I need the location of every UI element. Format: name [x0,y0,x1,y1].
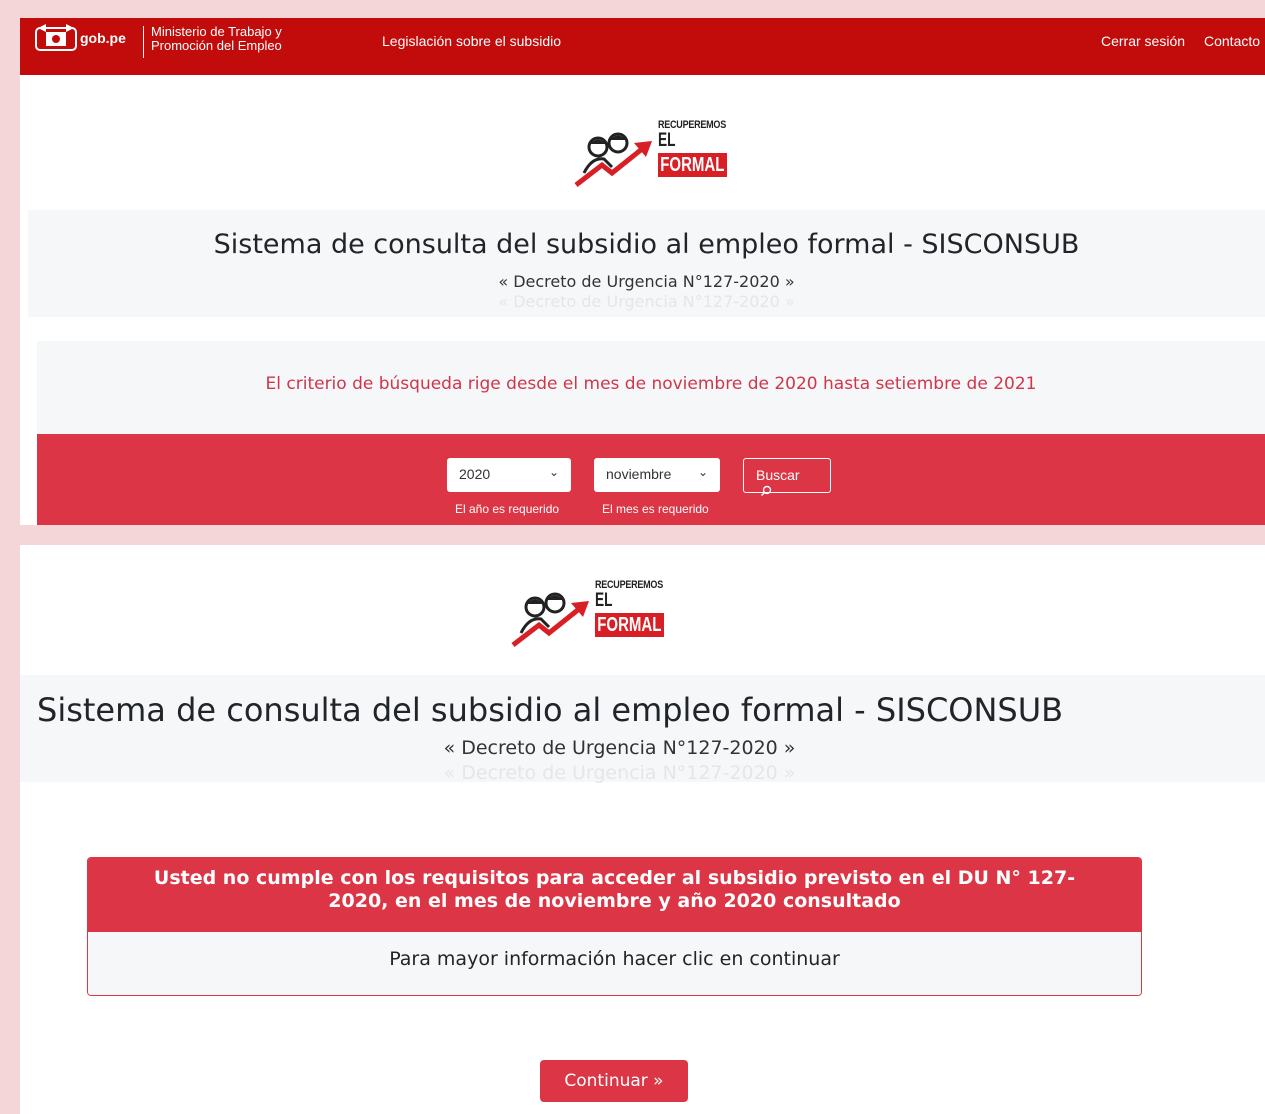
year-select-value: 2020 [459,466,491,482]
result-message: Usted no cumple con los requisitos para … [88,858,1141,932]
page-title: Sistema de consulta del subsidio al empl… [213,229,1080,260]
nav-contact-link[interactable]: Contacto [1204,33,1260,49]
page-subtitle: « Decreto de Urgencia N°127-2020 » [498,272,795,291]
peru-coat-of-arms-icon [35,24,77,51]
workers-arrow-icon [511,592,589,647]
result-message-mid: y año [651,890,724,912]
campaign-logo: RECUPEREMOS EL EMPLEO FORMAL [572,119,742,199]
campaign-logo: RECUPEREMOS EL EMPLEO FORMAL [509,579,679,659]
chevron-down-icon: ⌄ [548,465,559,479]
campaign-line3: FORMAL [595,613,664,637]
ministry-name: Ministerio de Trabajo y Promoción del Em… [151,24,282,53]
search-button-label: Buscar [756,467,800,483]
campaign-line3: FORMAL [658,153,727,177]
nav-legislation-link[interactable]: Legislación sobre el subsidio [382,33,561,49]
nav-divider [143,26,144,58]
month-required-hint: El mes es requerido [602,502,709,516]
search-button[interactable]: Buscar [743,458,831,496]
month-select-value: noviembre [606,466,672,482]
search-icon [761,485,772,496]
result-info: Para mayor información hacer clic en con… [88,932,1141,995]
search-panel: gob.pe Ministerio de Trabajo y Promoción… [20,18,1265,525]
result-year: 2020 [723,890,777,912]
search-bar: 2020 ⌄ noviembre ⌄ Buscar El año es requ… [37,434,1265,525]
nav-logout-link[interactable]: Cerrar sesión [1101,33,1185,49]
result-message-end: consultado [776,890,901,912]
gob-brand[interactable]: gob.pe [80,30,126,46]
workers-arrow-icon [574,132,652,187]
top-nav: gob.pe Ministerio de Trabajo y Promoción… [20,18,1265,75]
subtitle-reflection: « Decreto de Urgencia N°127-2020 » [443,762,796,784]
month-select[interactable]: noviembre ⌄ [594,458,720,492]
page-subtitle: « Decreto de Urgencia N°127-2020 » [443,737,796,759]
continue-button[interactable]: Continuar » [540,1060,688,1102]
result-month: noviembre [537,890,652,912]
search-criteria-note: El criterio de búsqueda rige desde el me… [265,374,1037,394]
result-card: Usted no cumple con los requisitos para … [87,857,1142,996]
title-band: Sistema de consulta del subsidio al empl… [20,675,1265,784]
page-title: Sistema de consulta del subsidio al empl… [37,691,1064,729]
result-panel: RECUPEREMOS EL EMPLEO FORMAL Sistema de … [20,545,1265,1114]
year-required-hint: El año es requerido [455,502,560,516]
subtitle-reflection: « Decreto de Urgencia N°127-2020 » [498,292,795,311]
title-band: Sistema de consulta del subsidio al empl… [28,210,1265,317]
year-select[interactable]: 2020 ⌄ [447,458,571,492]
chevron-down-icon: ⌄ [697,465,708,479]
